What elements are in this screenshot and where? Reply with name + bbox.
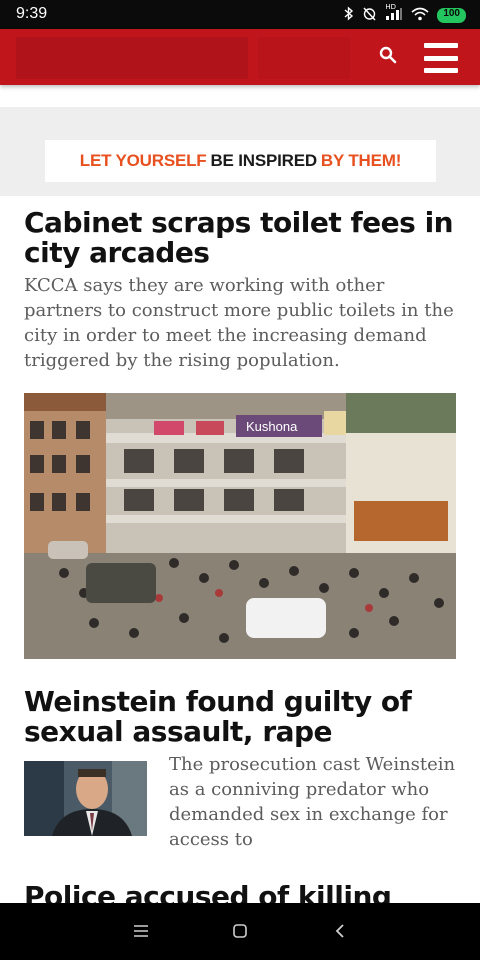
article-thumbnail[interactable] [24,761,147,836]
home-icon[interactable] [228,919,252,943]
article-summary[interactable]: The prosecution cast Weinstein as a conn… [169,752,459,852]
search-button[interactable] [372,41,404,73]
banner-text-3: BY THEM! [320,151,402,170]
bluetooth-icon [344,6,354,25]
article-image[interactable]: Kushona [24,393,456,659]
ad-banner[interactable]: LET YOURSELF BE INSPIRED BY THEM! [45,140,436,182]
search-icon [379,46,397,68]
article-title[interactable]: Weinstein found guilty of sexual assault… [24,687,464,747]
signal-label: HD [385,2,396,11]
storefront-sign: Kushona [246,419,298,434]
ad-banner-area: LET YOURSELF BE INSPIRED BY THEM! [0,107,480,196]
signal-icon: HD [385,3,403,25]
article-summary[interactable]: KCCA says they are working with other pa… [24,273,460,373]
status-bar: 9:39 HD 100 [0,0,480,29]
article-title[interactable]: Cabinet scraps toilet fees in city arcad… [24,208,464,268]
banner-text-1: LET YOURSELF [79,151,207,170]
site-logo[interactable] [16,37,248,79]
app-header [0,29,480,85]
wifi-icon [411,7,429,25]
banner-text-2: BE INSPIRED [210,151,317,170]
battery-indicator: 100 [437,8,466,23]
alarm-off-icon [362,6,377,25]
status-icons: HD 100 [344,3,466,25]
status-time: 9:39 [16,5,48,22]
logo-extension [258,37,350,79]
system-nav-bar [0,903,480,960]
back-icon[interactable] [328,919,352,943]
recents-icon[interactable] [129,919,153,943]
hamburger-menu-icon[interactable] [424,43,458,73]
